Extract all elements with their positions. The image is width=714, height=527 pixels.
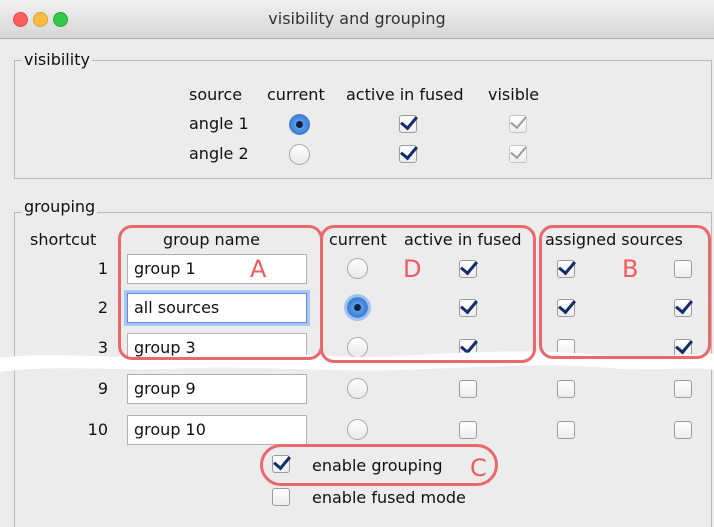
group-assigned-source-2-checkbox[interactable]: [674, 380, 692, 398]
group-shortcut: 9: [97, 379, 108, 398]
group-name-field[interactable]: group 10: [127, 415, 307, 445]
visibility-active-header: active in fused: [346, 85, 464, 104]
annotation-box-a: [118, 225, 323, 360]
group-name-field[interactable]: group 9: [127, 374, 307, 404]
source-name: angle 2: [189, 144, 249, 163]
source-active-checkbox[interactable]: [399, 115, 417, 133]
source-visible-checkbox: [509, 115, 527, 133]
enable-fused-mode-label: enable fused mode: [312, 488, 466, 507]
visibility-source-header: source: [189, 85, 243, 104]
shortcut-header: shortcut: [30, 230, 97, 249]
annotation-box-b: [539, 225, 711, 359]
window-title: visibility and grouping: [268, 9, 446, 28]
source-name: angle 1: [189, 114, 249, 133]
annotation-letter-c: C: [470, 454, 487, 482]
annotation-box-d: [320, 225, 536, 363]
group-current-radio[interactable]: [347, 378, 368, 399]
source-current-radio[interactable]: [289, 144, 310, 165]
group-assigned-source-1-checkbox[interactable]: [557, 380, 575, 398]
source-active-checkbox[interactable]: [399, 145, 417, 163]
group-assigned-source-2-checkbox[interactable]: [674, 421, 692, 439]
group-active-checkbox[interactable]: [459, 380, 477, 398]
visibility-current-header: current: [267, 85, 325, 104]
source-current-radio[interactable]: [289, 114, 310, 135]
group-active-checkbox[interactable]: [459, 421, 477, 439]
annotation-letter-a: A: [250, 255, 267, 283]
group-assigned-source-1-checkbox[interactable]: [557, 421, 575, 439]
group-shortcut: 2: [97, 298, 108, 317]
grouping-legend: grouping: [22, 197, 98, 216]
visibility-visible-header: visible: [488, 85, 540, 104]
group-shortcut: 10: [87, 420, 108, 439]
annotation-letter-b: B: [622, 255, 639, 283]
annotation-box-c: [260, 444, 498, 486]
visibility-panel: [14, 60, 712, 179]
annotation-letter-d: D: [403, 255, 422, 283]
source-visible-checkbox: [509, 145, 527, 163]
enable-fused-mode-checkbox[interactable]: [272, 488, 290, 506]
visibility-legend: visibility: [22, 50, 92, 69]
group-current-radio[interactable]: [347, 419, 368, 440]
group-shortcut: 1: [97, 259, 108, 278]
